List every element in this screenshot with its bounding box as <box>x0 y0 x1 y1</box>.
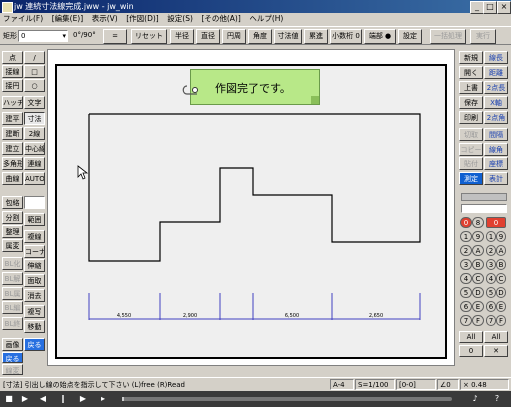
paperclip-icon <box>182 85 198 95</box>
group-0[interactable]: 0 <box>486 217 506 228</box>
tool-open[interactable]: 開く <box>459 66 483 79</box>
scale-indicator[interactable]: S=1/100 <box>355 379 395 390</box>
progress-track[interactable] <box>122 397 452 401</box>
paper-size[interactable]: A-4 <box>330 379 354 390</box>
group-f[interactable]: F <box>496 315 506 326</box>
group-5[interactable]: 5 <box>486 287 496 298</box>
play-icon[interactable]: ▶ <box>20 394 30 404</box>
tool-distance[interactable]: 間隔 <box>484 128 508 141</box>
note-text: 作図完了です。 <box>215 82 291 95</box>
pause-icon[interactable]: ‖ <box>58 394 68 404</box>
forward-icon[interactable]: ▶ <box>78 394 88 404</box>
layer-c[interactable]: C <box>472 273 484 284</box>
angle-indicator[interactable]: ∠0 <box>437 379 459 390</box>
right-tool-palette: 新規 線長 開く 距離 上書 2点長 保存 X軸 印刷 2点角 切取 間隔 コピ… <box>459 51 509 376</box>
layer-d[interactable]: D <box>472 287 484 298</box>
skip-icon[interactable]: ▸ <box>98 394 108 404</box>
group-b[interactable]: B <box>496 259 506 270</box>
tool-coordinate[interactable]: 座標 <box>484 157 508 170</box>
layer-1[interactable]: 1 <box>460 231 472 242</box>
layer-6[interactable]: 6 <box>460 301 472 312</box>
tool-overwrite[interactable]: 上書 <box>459 81 483 94</box>
dimension-value-1: 4,550 <box>117 313 131 319</box>
rewind-icon[interactable]: ◀ <box>38 394 48 404</box>
tool-interval[interactable]: 線角 <box>484 143 508 156</box>
tool-new[interactable]: 新規 <box>459 51 483 64</box>
group-all-button[interactable]: All <box>484 331 508 343</box>
layer-8[interactable]: 8 <box>472 217 484 228</box>
zoom-indicator[interactable]: × 0.48 <box>460 379 509 390</box>
tool-round-corner[interactable]: 線長 <box>484 51 508 64</box>
layer-b[interactable]: B <box>472 259 484 270</box>
status-message: [寸法] 引出し線の始点を指示して下さい (L)free (R)Read <box>3 381 186 389</box>
group-2[interactable]: 2 <box>486 245 496 256</box>
group-7[interactable]: 7 <box>486 315 496 326</box>
media-bar: ■ ▶ ◀ ‖ ▶ ▸ ♪ ? <box>0 391 511 407</box>
tool-line-length[interactable]: 距離 <box>484 66 508 79</box>
progress-fill <box>122 397 124 401</box>
group-1[interactable]: 1 <box>486 231 496 242</box>
layer-0[interactable]: 0 <box>460 217 472 228</box>
tool-copy-clip[interactable]: コピー <box>459 143 483 156</box>
layer-e[interactable]: E <box>472 301 484 312</box>
mouse-pointer-icon <box>77 165 89 180</box>
drawing-svg: 4,550 2,900 6,500 2,650 <box>77 113 421 320</box>
note-curl <box>311 96 319 104</box>
group-e[interactable]: E <box>496 301 506 312</box>
status-bar: [寸法] 引出し線の始点を指示して下さい (L)free (R)Read A-4… <box>0 377 511 390</box>
tool-x-axis[interactable]: X軸 <box>484 96 508 109</box>
tool-print[interactable]: 印刷 <box>459 111 483 124</box>
layer-3[interactable]: 3 <box>460 259 472 270</box>
tool-spreadsheet[interactable]: 表計 <box>484 172 508 185</box>
group-3[interactable]: 3 <box>486 259 496 270</box>
group-4[interactable]: 4 <box>486 273 496 284</box>
tool-cut[interactable]: 切取 <box>459 128 483 141</box>
layer-indicator[interactable]: [0-0] <box>396 379 436 390</box>
layer-a[interactable]: A <box>472 245 484 256</box>
tool-save[interactable]: 保存 <box>459 96 483 109</box>
group-a[interactable]: A <box>496 245 506 256</box>
layer-zero-button[interactable]: 0 <box>459 345 483 357</box>
close-icon[interactable]: ✕ <box>484 345 508 357</box>
layer-f[interactable]: F <box>472 315 484 326</box>
layer-7[interactable]: 7 <box>460 315 472 326</box>
line-type-field[interactable] <box>461 204 507 213</box>
tool-2point-length[interactable]: 2点長 <box>484 81 508 94</box>
tool-paste[interactable]: 貼付 <box>459 157 483 170</box>
building-outline <box>88 113 421 262</box>
tool-measure[interactable]: 測定 <box>459 172 483 185</box>
layer-all-button[interactable]: All <box>459 331 483 343</box>
group-9[interactable]: 9 <box>496 231 506 242</box>
dimension-value-4: 2,650 <box>369 313 383 319</box>
dimension-value-3: 6,500 <box>285 313 299 319</box>
layer-5[interactable]: 5 <box>460 287 472 298</box>
layer-4[interactable]: 4 <box>460 273 472 284</box>
volume-icon[interactable]: ♪ <box>470 394 480 404</box>
dimension-value-2: 2,900 <box>183 313 197 319</box>
tool-2point-angle[interactable]: 2点角 <box>484 111 508 124</box>
layer-2[interactable]: 2 <box>460 245 472 256</box>
color-swatch-1[interactable] <box>461 193 507 201</box>
group-d[interactable]: D <box>496 287 506 298</box>
group-c[interactable]: C <box>496 273 506 284</box>
layer-9[interactable]: 9 <box>472 231 484 242</box>
completion-note: 作図完了です。 <box>182 69 320 105</box>
help-icon[interactable]: ? <box>492 394 502 404</box>
stop-icon[interactable]: ■ <box>4 394 14 404</box>
group-6[interactable]: 6 <box>486 301 496 312</box>
